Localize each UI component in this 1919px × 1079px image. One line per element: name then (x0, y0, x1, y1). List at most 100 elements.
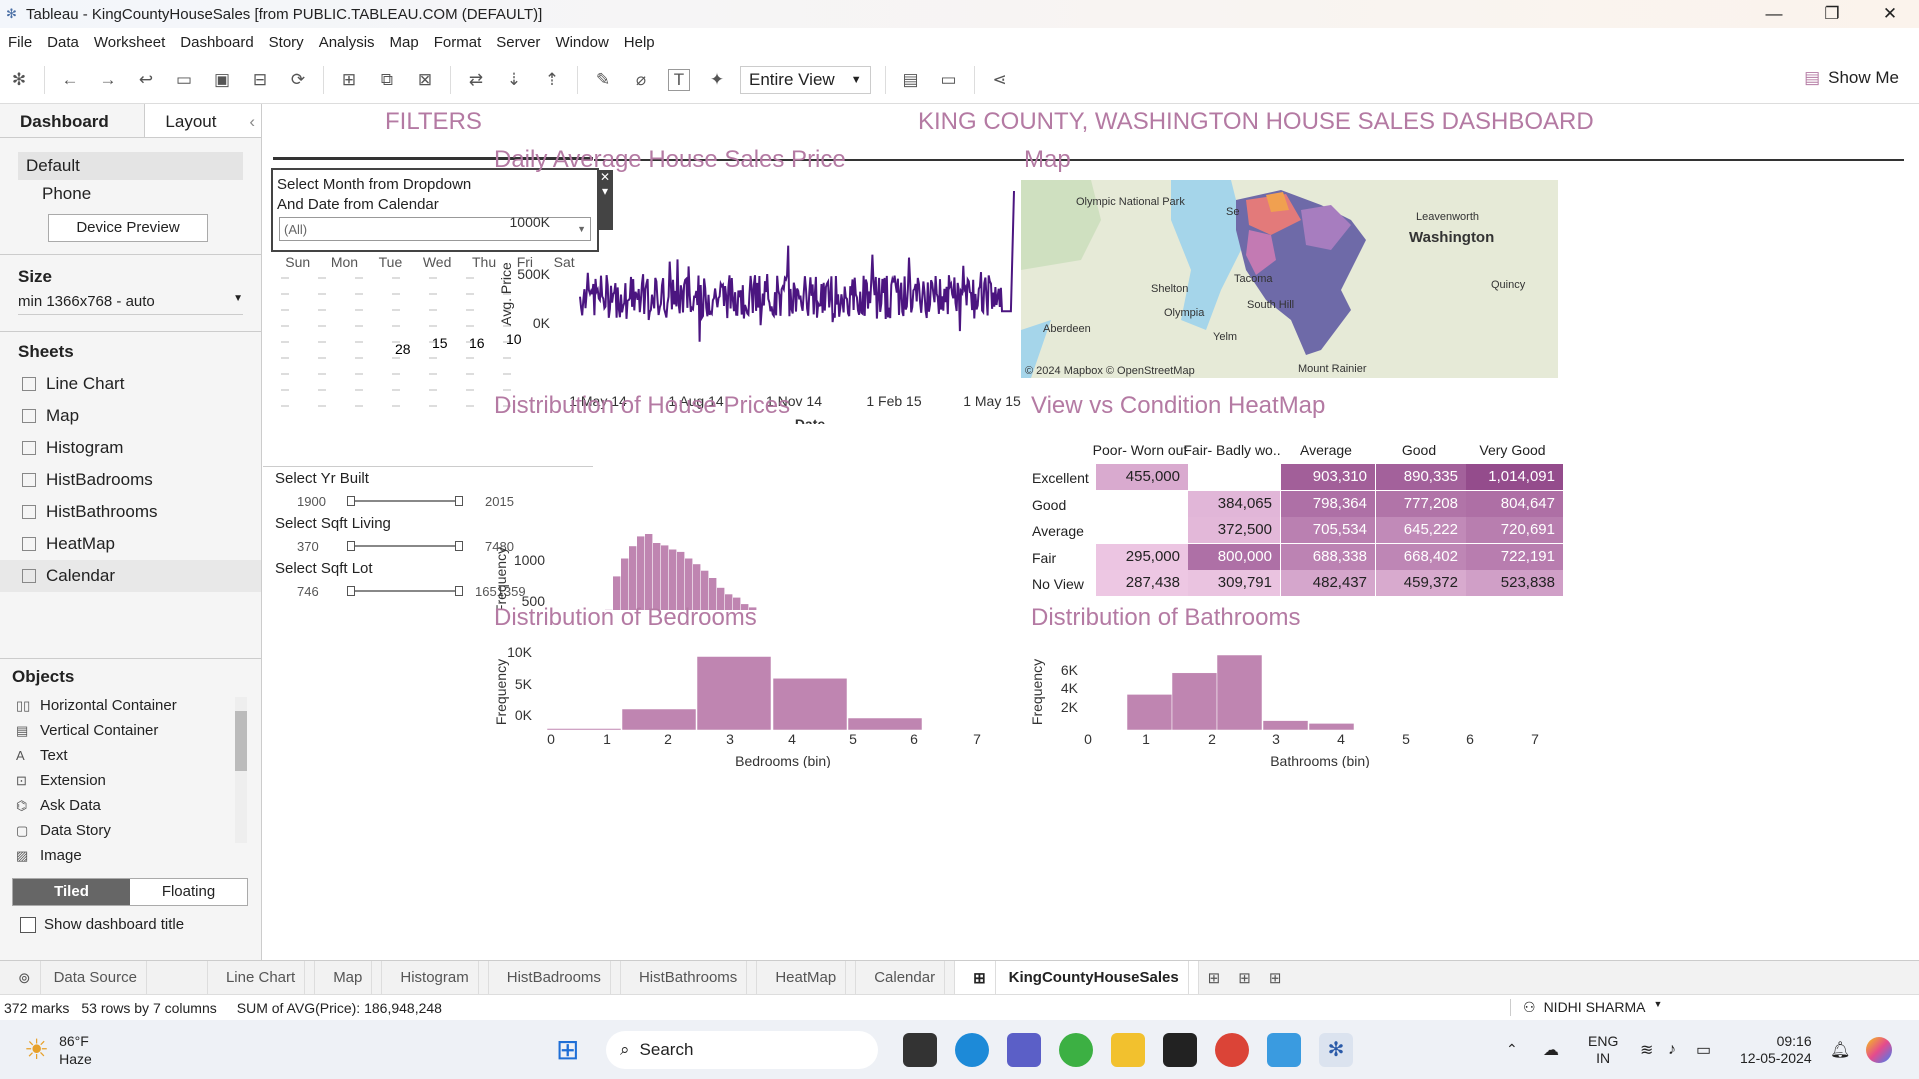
object-item[interactable]: ▯▯ Horizontal Container (0, 693, 261, 718)
collapse-icon[interactable]: ‹ (249, 112, 255, 132)
heat-cell[interactable]: 705,534 (1281, 517, 1375, 543)
sheet-item[interactable]: Map (0, 400, 261, 432)
yr-slider[interactable] (347, 496, 463, 506)
view-select[interactable]: Entire View ▼ (740, 65, 871, 94)
heat-cell[interactable]: 798,364 (1281, 490, 1375, 517)
new-story-icon[interactable]: ⊞ (1260, 961, 1291, 995)
heat-cell[interactable]: 668,402 (1376, 543, 1466, 570)
menu-item-data[interactable]: Data (39, 34, 86, 51)
menu-item-story[interactable]: Story (261, 34, 311, 51)
edge-icon[interactable] (955, 1032, 989, 1067)
menu-item-map[interactable]: Map (382, 34, 426, 51)
slider-handle[interactable] (347, 541, 355, 551)
object-item[interactable]: A Text (0, 743, 261, 768)
chevron-up-icon[interactable]: ⌃ (1506, 1041, 1518, 1058)
slider-handle[interactable] (347, 586, 355, 596)
save-icon[interactable]: ▭ (173, 69, 195, 91)
calendar-day[interactable]: 16 (469, 335, 485, 351)
new-sheet-icon[interactable]: ⊞ (338, 69, 360, 91)
menu-item-worksheet[interactable]: Worksheet (86, 34, 172, 51)
sheet-tab[interactable]: Line Chart (208, 960, 316, 995)
sort-desc-icon[interactable]: ⇡ (541, 69, 563, 91)
hist-bar[interactable] (645, 534, 653, 610)
highlight-icon[interactable]: ✎ (592, 69, 614, 91)
slider-handle[interactable] (455, 541, 463, 551)
menu-item-server[interactable]: Server (488, 34, 547, 51)
language-indicator[interactable]: ENG IN (1588, 1033, 1618, 1067)
object-item[interactable]: ⌬ Ask Data (0, 793, 261, 818)
hist-bar[interactable] (661, 545, 669, 610)
new-datasource-icon[interactable]: ▣ (211, 69, 233, 91)
menu-item-format[interactable]: Format (426, 34, 489, 51)
object-item[interactable]: ▨ Image (0, 843, 261, 868)
clock[interactable]: 09:16 12-05-2024 (1740, 1033, 1812, 1067)
heat-cell[interactable]: 482,437 (1281, 570, 1375, 596)
sheet-item[interactable]: HistBadrooms (0, 464, 261, 496)
heat-cell[interactable]: 903,310 (1281, 464, 1375, 490)
bath-bar[interactable] (1171, 672, 1218, 731)
tableau-taskbar-icon[interactable]: ✻ (1319, 1032, 1353, 1067)
taskbar-search[interactable]: ⌕ Search (606, 1030, 878, 1069)
hist-bar[interactable] (621, 558, 629, 611)
volume-icon[interactable]: ♪ (1668, 1041, 1676, 1059)
redo-icon[interactable]: → (97, 69, 119, 91)
menu-item-window[interactable]: Window (547, 34, 615, 51)
heat-cell[interactable]: 287,438 (1096, 570, 1188, 596)
calendar-day[interactable]: 28 (395, 341, 411, 357)
object-item[interactable]: ⊡ Extension (0, 768, 261, 793)
app-icon[interactable] (1059, 1032, 1093, 1067)
labels-icon[interactable]: T (668, 68, 690, 91)
swap-icon[interactable]: ⇄ (465, 69, 487, 91)
tab-layout[interactable]: Layout ‹ (145, 104, 261, 137)
minimize-icon[interactable]: — (1745, 0, 1803, 28)
floating-button[interactable]: Floating (130, 879, 247, 905)
heat-cell[interactable]: 523,838 (1466, 570, 1563, 596)
heat-cell[interactable]: 720,691 (1466, 517, 1563, 543)
notification-bell-icon[interactable]: 🔔︎ (1830, 1040, 1850, 1060)
replay-icon[interactable]: ↩ (135, 69, 157, 91)
hist-bar[interactable] (653, 543, 661, 610)
device-phone[interactable]: Phone (0, 180, 261, 204)
bath-bar[interactable] (1262, 720, 1309, 731)
pin-icon[interactable]: ✦ (706, 69, 728, 91)
heat-cell[interactable]: 455,000 (1096, 464, 1188, 490)
sheet-item[interactable]: Calendar (0, 560, 261, 592)
heat-cell[interactable]: 645,222 (1376, 517, 1466, 543)
hist-bar[interactable] (677, 551, 685, 610)
copilot-icon[interactable] (1866, 1036, 1892, 1063)
slider-handle[interactable] (347, 496, 355, 506)
new-worksheet-icon[interactable]: ⊞ (1199, 961, 1230, 995)
bed-bar[interactable] (546, 728, 622, 731)
slider-handle[interactable] (455, 496, 463, 506)
bedrooms-histogram[interactable]: 10K 5K 0K Frequency 0 1 2 3 4 5 6 7 Bedrooms (bin) (490, 632, 1010, 768)
sheet-tab[interactable]: ⊚ Data Source (0, 960, 208, 995)
sqft_lot-slider[interactable] (347, 586, 463, 596)
show-title-checkbox[interactable]: Show dashboard title (20, 916, 261, 933)
user-menu[interactable]: ⚇ NIDHI SHARMA ▼ (1510, 999, 1662, 1016)
bath-bar[interactable] (1216, 654, 1263, 731)
bed-bar[interactable] (621, 708, 697, 731)
menu-item-dashboard[interactable]: Dashboard (172, 34, 260, 51)
menu-item-help[interactable]: Help (616, 34, 662, 51)
sheet-tab[interactable]: Map (315, 960, 383, 995)
close-icon[interactable]: ✕ (1861, 0, 1919, 28)
cloud-icon[interactable]: ☁ (1543, 1040, 1559, 1060)
tiled-button[interactable]: Tiled (13, 879, 130, 905)
objects-scrollbar[interactable] (235, 697, 247, 843)
sqft_living-slider[interactable] (347, 541, 463, 551)
calendar-day[interactable]: 15 (432, 335, 448, 351)
taskview-icon[interactable] (903, 1032, 937, 1067)
heat-cell[interactable] (1096, 517, 1188, 543)
weather-widget[interactable]: 86°F Haze (59, 1032, 92, 1068)
slider-handle[interactable] (455, 586, 463, 596)
windows-start-icon[interactable]: ⊞ (556, 1033, 579, 1066)
show-me-button[interactable]: ▤ Show Me (1804, 68, 1899, 88)
teams-icon[interactable] (1007, 1032, 1041, 1067)
bath-bar[interactable] (1308, 723, 1355, 731)
menu-item-file[interactable]: File (0, 34, 39, 51)
heat-cell[interactable]: 295,000 (1096, 543, 1188, 570)
sheet-tab[interactable]: Calendar (856, 960, 956, 995)
hist-bar[interactable] (685, 558, 693, 611)
sheet-tab[interactable]: HeatMap (757, 960, 857, 995)
object-item[interactable]: ▤ Vertical Container (0, 718, 261, 743)
